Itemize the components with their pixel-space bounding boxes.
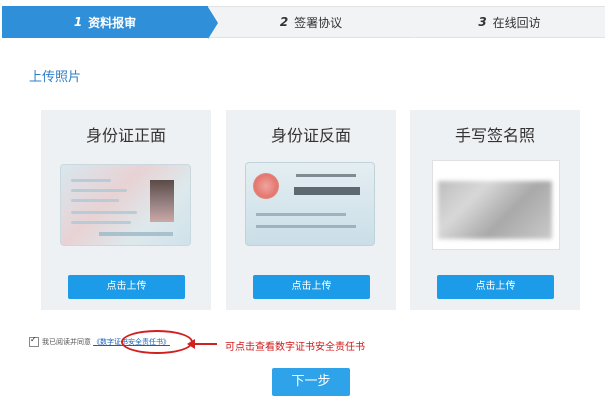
step-2-number: 2 (279, 15, 289, 29)
step-1-tab: 1 资料报审 (2, 6, 218, 39)
id-photo-thumbnail (150, 180, 174, 222)
id-front-image (60, 164, 191, 246)
id-back-image (245, 162, 375, 246)
upload-signature-button[interactable]: 点击上传 (437, 275, 554, 299)
agreement-text: 我已阅读并同意 (42, 338, 91, 346)
step-3-number: 3 (478, 15, 487, 29)
step-progress-bar: 1 资料报审 2 签署协议 3 在线回访 (2, 6, 605, 39)
id-back-header-text (296, 174, 356, 177)
step-2-tab: 2 签署协议 (208, 6, 424, 39)
step-3-tab: 3 在线回访 (414, 6, 605, 38)
highlight-ellipse (121, 330, 193, 354)
id-front-title: 身份证正面 (85, 126, 166, 145)
upload-id-back-button[interactable]: 点击上传 (253, 275, 370, 299)
annotation-arrow-line (191, 343, 217, 345)
upload-id-front-button[interactable]: 点击上传 (68, 275, 185, 299)
step-3-label: 在线回访 (492, 15, 541, 30)
section-title: 上传照片 (29, 70, 82, 85)
annotation-text: 可点击查看数字证书安全责任书 (225, 342, 365, 353)
agreement-checkbox[interactable] (29, 335, 39, 347)
step-2-label: 签署协议 (294, 15, 343, 30)
national-emblem-icon (253, 173, 279, 199)
step-1-number: 1 (73, 15, 83, 29)
step-1-label: 资料报审 (88, 15, 137, 30)
id-front-card: 身份证正面 点击上传 (41, 110, 211, 310)
id-back-title: 身份证反面 (270, 126, 351, 145)
id-back-title-text (294, 187, 360, 195)
signature-card: 手写签名照 点击上传 (410, 110, 580, 310)
signature-title: 手写签名照 (454, 126, 535, 145)
signature-image (432, 160, 560, 250)
id-back-card: 身份证反面 点击上传 (226, 110, 396, 310)
next-step-button[interactable]: 下一步 (272, 368, 350, 396)
